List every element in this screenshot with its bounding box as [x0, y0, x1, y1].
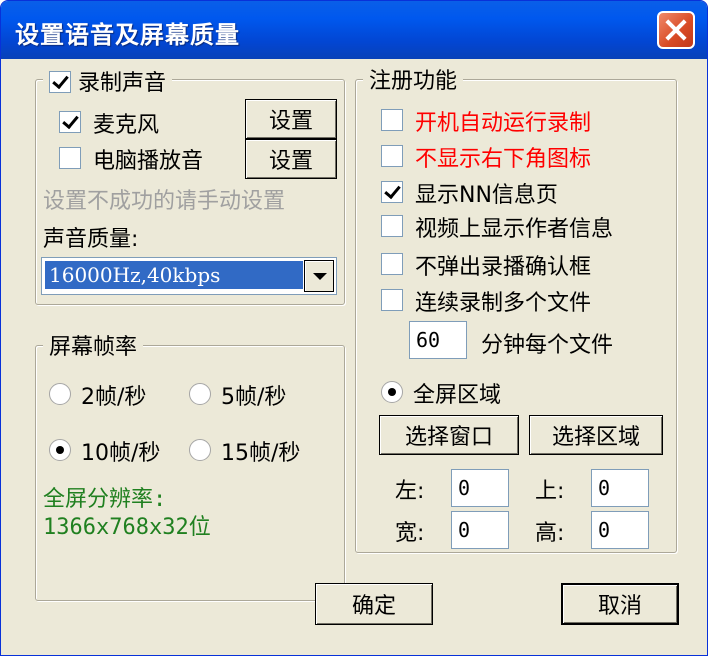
show-author-label: 视频上显示作者信息: [415, 217, 614, 242]
multi-file-checkbox[interactable]: [381, 289, 403, 311]
show-nn-info-label: 显示NN信息页: [415, 183, 558, 208]
sound-quality-select[interactable]: 16000Hz,40kbps: [41, 257, 337, 295]
top-label: 上:: [535, 479, 565, 504]
manual-setup-hint: 设置不成功的请手动设置: [43, 189, 286, 214]
fps-5-radio[interactable]: [189, 383, 211, 405]
fps-10-label: 10帧/秒: [81, 441, 161, 466]
hide-tray-icon-label: 不显示右下角图标: [415, 147, 592, 172]
height-label: 高:: [535, 521, 565, 546]
title-bar[interactable]: 设置语音及屏幕质量: [1, 1, 707, 59]
fps-5-label: 5帧/秒: [221, 385, 287, 410]
pc-sound-label: 电脑播放音: [93, 149, 204, 174]
autostart-label: 开机自动运行录制: [415, 111, 592, 136]
show-nn-info-checkbox[interactable]: [381, 181, 403, 203]
fps-2-label: 2帧/秒: [81, 385, 147, 410]
fullscreen-label: 全屏区域: [413, 383, 502, 408]
settings-dialog: 设置语音及屏幕质量 录制声音 麦克风 设置 电脑播放音 设置 设置不成功的请手动…: [0, 0, 708, 656]
mic-label: 麦克风: [93, 113, 160, 138]
width-label: 宽:: [395, 521, 425, 546]
minutes-per-file-input[interactable]: [409, 321, 467, 359]
width-input[interactable]: [451, 511, 509, 549]
mic-checkbox[interactable]: [59, 111, 81, 133]
sound-quality-value: 16000Hz,40kbps: [44, 260, 304, 290]
pc-sound-checkbox[interactable]: [59, 147, 81, 169]
record-sound-legend: 录制声音: [43, 65, 173, 97]
autostart-checkbox[interactable]: [381, 109, 403, 131]
sound-quality-label: 声音质量:: [43, 227, 139, 252]
left-label: 左:: [395, 479, 425, 504]
top-input[interactable]: [591, 469, 649, 507]
fps-2-radio[interactable]: [49, 383, 71, 405]
resolution-value: 1366x768x32位: [43, 515, 211, 540]
select-area-button[interactable]: 选择区域: [529, 415, 663, 455]
frame-rate-legend: 屏幕帧率: [43, 329, 144, 361]
window-title: 设置语音及屏幕质量: [15, 21, 240, 49]
chevron-down-icon[interactable]: [304, 260, 334, 292]
select-window-button[interactable]: 选择窗口: [379, 415, 519, 455]
register-legend: 注册功能: [363, 63, 464, 95]
record-sound-checkbox[interactable]: [49, 71, 71, 93]
dialog-body: 录制声音 麦克风 设置 电脑播放音 设置 设置不成功的请手动设置 声音质量: 1…: [1, 59, 707, 655]
fps-10-radio[interactable]: [49, 439, 71, 461]
mic-settings-button[interactable]: 设置: [245, 99, 337, 139]
minutes-per-file-label: 分钟每个文件: [481, 333, 614, 358]
left-input[interactable]: [451, 469, 509, 507]
fps-15-radio[interactable]: [189, 439, 211, 461]
show-author-checkbox[interactable]: [381, 215, 403, 237]
height-input[interactable]: [591, 511, 649, 549]
cancel-button[interactable]: 取消: [561, 583, 679, 625]
no-confirm-popup-checkbox[interactable]: [381, 253, 403, 275]
ok-button[interactable]: 确定: [315, 583, 433, 625]
hide-tray-icon-checkbox[interactable]: [381, 145, 403, 167]
fps-15-label: 15帧/秒: [221, 441, 301, 466]
fullscreen-radio[interactable]: [381, 381, 403, 403]
close-button[interactable]: [657, 11, 695, 49]
record-sound-label: 录制声音: [78, 71, 167, 96]
no-confirm-popup-label: 不弹出录播确认框: [415, 255, 592, 280]
pc-sound-settings-button[interactable]: 设置: [245, 139, 337, 179]
multi-file-label: 连续录制多个文件: [415, 291, 592, 316]
